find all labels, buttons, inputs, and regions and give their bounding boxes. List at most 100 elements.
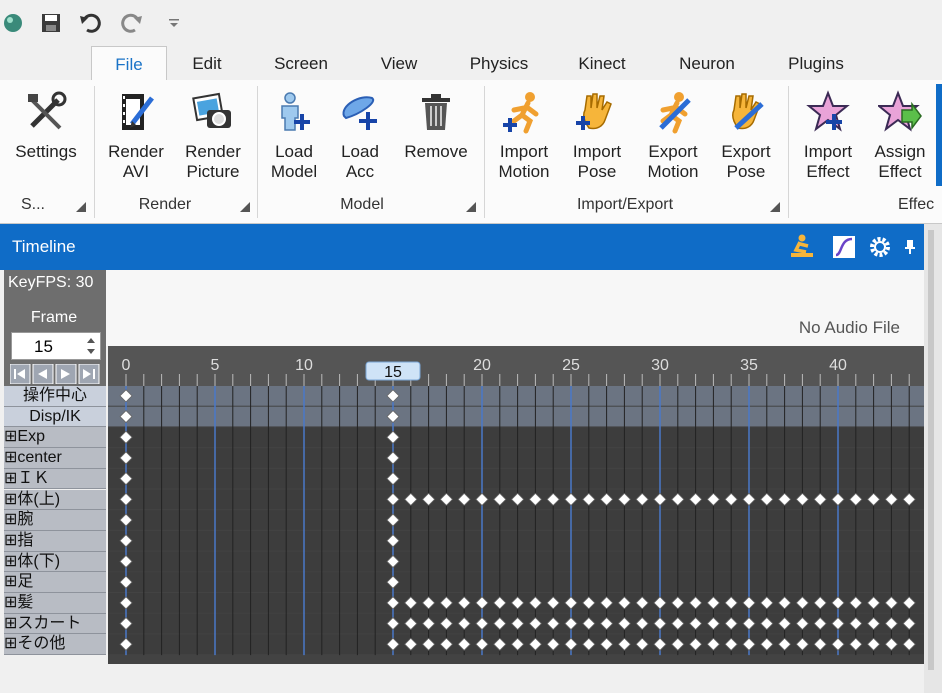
frame-ruler[interactable] — [108, 346, 924, 386]
tab-edit[interactable]: Edit — [172, 46, 242, 80]
track-row[interactable] — [108, 530, 924, 551]
track-label[interactable]: ⊞center — [4, 448, 106, 469]
skate-icon[interactable] — [788, 233, 816, 261]
load-acc-icon — [336, 88, 384, 136]
keyframe-grid[interactable]: 0 5 10 20 25 30 35 40 15 — [108, 346, 924, 664]
track-row[interactable] — [108, 551, 924, 572]
load-model-label-1: Load — [275, 142, 313, 161]
frame-label: Frame — [30, 309, 78, 326]
undo-icon[interactable] — [78, 10, 104, 36]
import-pose-icon — [573, 88, 621, 136]
timeline-footer — [4, 664, 924, 693]
export-pose-label-1: Export — [721, 142, 771, 161]
track-label[interactable]: ⊞Exp — [4, 427, 106, 449]
load-acc-button[interactable]: Load Acc — [330, 88, 390, 182]
import-motion-button[interactable]: Import Motion — [490, 88, 558, 182]
first-frame-icon[interactable] — [10, 364, 31, 384]
tools-icon — [22, 88, 70, 136]
group-separator — [788, 86, 789, 218]
group-label-import-export: Import/Export — [576, 196, 674, 213]
track-label[interactable]: ⊞その他 — [4, 634, 106, 656]
customize-qat-icon[interactable] — [164, 10, 184, 36]
group-launcher-icon[interactable] — [770, 202, 780, 212]
frame-spinbox[interactable]: 15 — [11, 332, 101, 360]
track-label[interactable]: ⊞体(上) — [4, 489, 106, 511]
ribbon-selected-edge — [936, 84, 942, 186]
ruler-label: 20 — [473, 357, 491, 374]
tab-physics[interactable]: Physics — [460, 46, 538, 80]
import-pose-label-1: Import — [572, 142, 622, 161]
render-picture-button[interactable]: Render Picture — [176, 88, 250, 182]
vertical-scrollbar[interactable] — [924, 224, 942, 693]
ruler-label: 0 — [122, 357, 131, 374]
track-label[interactable]: ⊞髪 — [4, 593, 106, 614]
group-separator — [94, 86, 95, 218]
next-frame-icon[interactable] — [55, 364, 77, 384]
group-launcher-icon[interactable] — [466, 202, 476, 212]
export-motion-button[interactable]: Export Motion — [637, 88, 709, 182]
tab-neuron[interactable]: Neuron — [667, 46, 747, 80]
track-label[interactable]: ⊞スカート — [4, 613, 106, 635]
ruler-label: 25 — [562, 357, 580, 374]
curve-icon[interactable] — [832, 235, 856, 259]
tab-screen[interactable]: Screen — [260, 46, 342, 80]
group-label-effect: Effec — [898, 196, 935, 213]
import-pose-button[interactable]: Import Pose — [563, 88, 631, 182]
export-pose-button[interactable]: Export Pose — [712, 88, 780, 182]
gear-icon[interactable] — [868, 235, 892, 259]
import-effect-label-2: Effect — [806, 162, 850, 181]
track-row[interactable] — [108, 386, 924, 406]
audio-status: No Audio File — [798, 318, 900, 337]
track-row[interactable] — [108, 572, 924, 592]
assign-effect-button[interactable]: Assign Effect — [866, 88, 934, 182]
track-label[interactable]: ⊞腕 — [4, 510, 106, 531]
track-label[interactable]: ⊞指 — [4, 530, 106, 552]
frame-control-panel: KeyFPS: 30 Frame 15 — [4, 270, 106, 390]
remove-button[interactable]: Remove — [398, 88, 474, 162]
track-row[interactable] — [108, 406, 924, 427]
settings-button[interactable]: Settings — [8, 88, 84, 162]
export-pose-label-2: Pose — [726, 162, 766, 181]
scrollbar-thumb[interactable] — [928, 230, 934, 670]
render-picture-icon — [189, 88, 237, 136]
spin-arrows-icon[interactable] — [86, 336, 96, 356]
track-label[interactable]: Disp/IK — [4, 406, 106, 428]
group-launcher-icon[interactable] — [76, 202, 86, 212]
assign-effect-icon — [876, 88, 924, 136]
track-row[interactable] — [108, 427, 924, 448]
tab-plugins[interactable]: Plugins — [776, 46, 856, 80]
redo-icon[interactable] — [118, 10, 144, 36]
assign-effect-label-2: Effect — [878, 162, 922, 181]
export-pose-icon — [722, 88, 770, 136]
frame-value: 15 — [34, 337, 53, 356]
group-separator — [484, 86, 485, 218]
app-orb-icon[interactable] — [0, 10, 26, 36]
last-frame-icon[interactable] — [78, 364, 100, 384]
group-launcher-icon[interactable] — [240, 202, 250, 212]
pin-icon[interactable] — [902, 238, 918, 256]
tab-view[interactable]: View — [366, 46, 432, 80]
prev-frame-icon[interactable] — [32, 364, 54, 384]
track-row[interactable] — [108, 448, 924, 468]
track-row[interactable] — [108, 468, 924, 489]
load-model-button[interactable]: Load Model — [262, 88, 326, 182]
group-label-model: Model — [340, 196, 384, 213]
render-picture-label-2: Picture — [186, 162, 240, 181]
import-effect-button[interactable]: Import Effect — [794, 88, 862, 182]
track-label[interactable]: ⊞ＩＫ — [4, 468, 106, 490]
render-picture-label-1: Render — [185, 142, 241, 161]
load-model-icon — [270, 88, 318, 136]
render-avi-button[interactable]: Render AVI — [100, 88, 172, 182]
track-label[interactable]: 操作中心 — [4, 386, 106, 407]
group-label-settings: S... — [20, 196, 45, 213]
tab-kinect[interactable]: Kinect — [565, 46, 639, 80]
group-label-render: Render — [138, 196, 192, 213]
export-motion-label-1: Export — [648, 142, 698, 161]
render-avi-label-2: AVI — [122, 162, 150, 181]
load-acc-label-2: Acc — [345, 162, 375, 181]
track-row[interactable] — [108, 510, 924, 530]
track-label[interactable]: ⊞足 — [4, 572, 106, 593]
save-icon[interactable] — [38, 10, 64, 36]
track-label[interactable]: ⊞体(下) — [4, 551, 106, 573]
tab-file[interactable]: File — [91, 46, 167, 82]
